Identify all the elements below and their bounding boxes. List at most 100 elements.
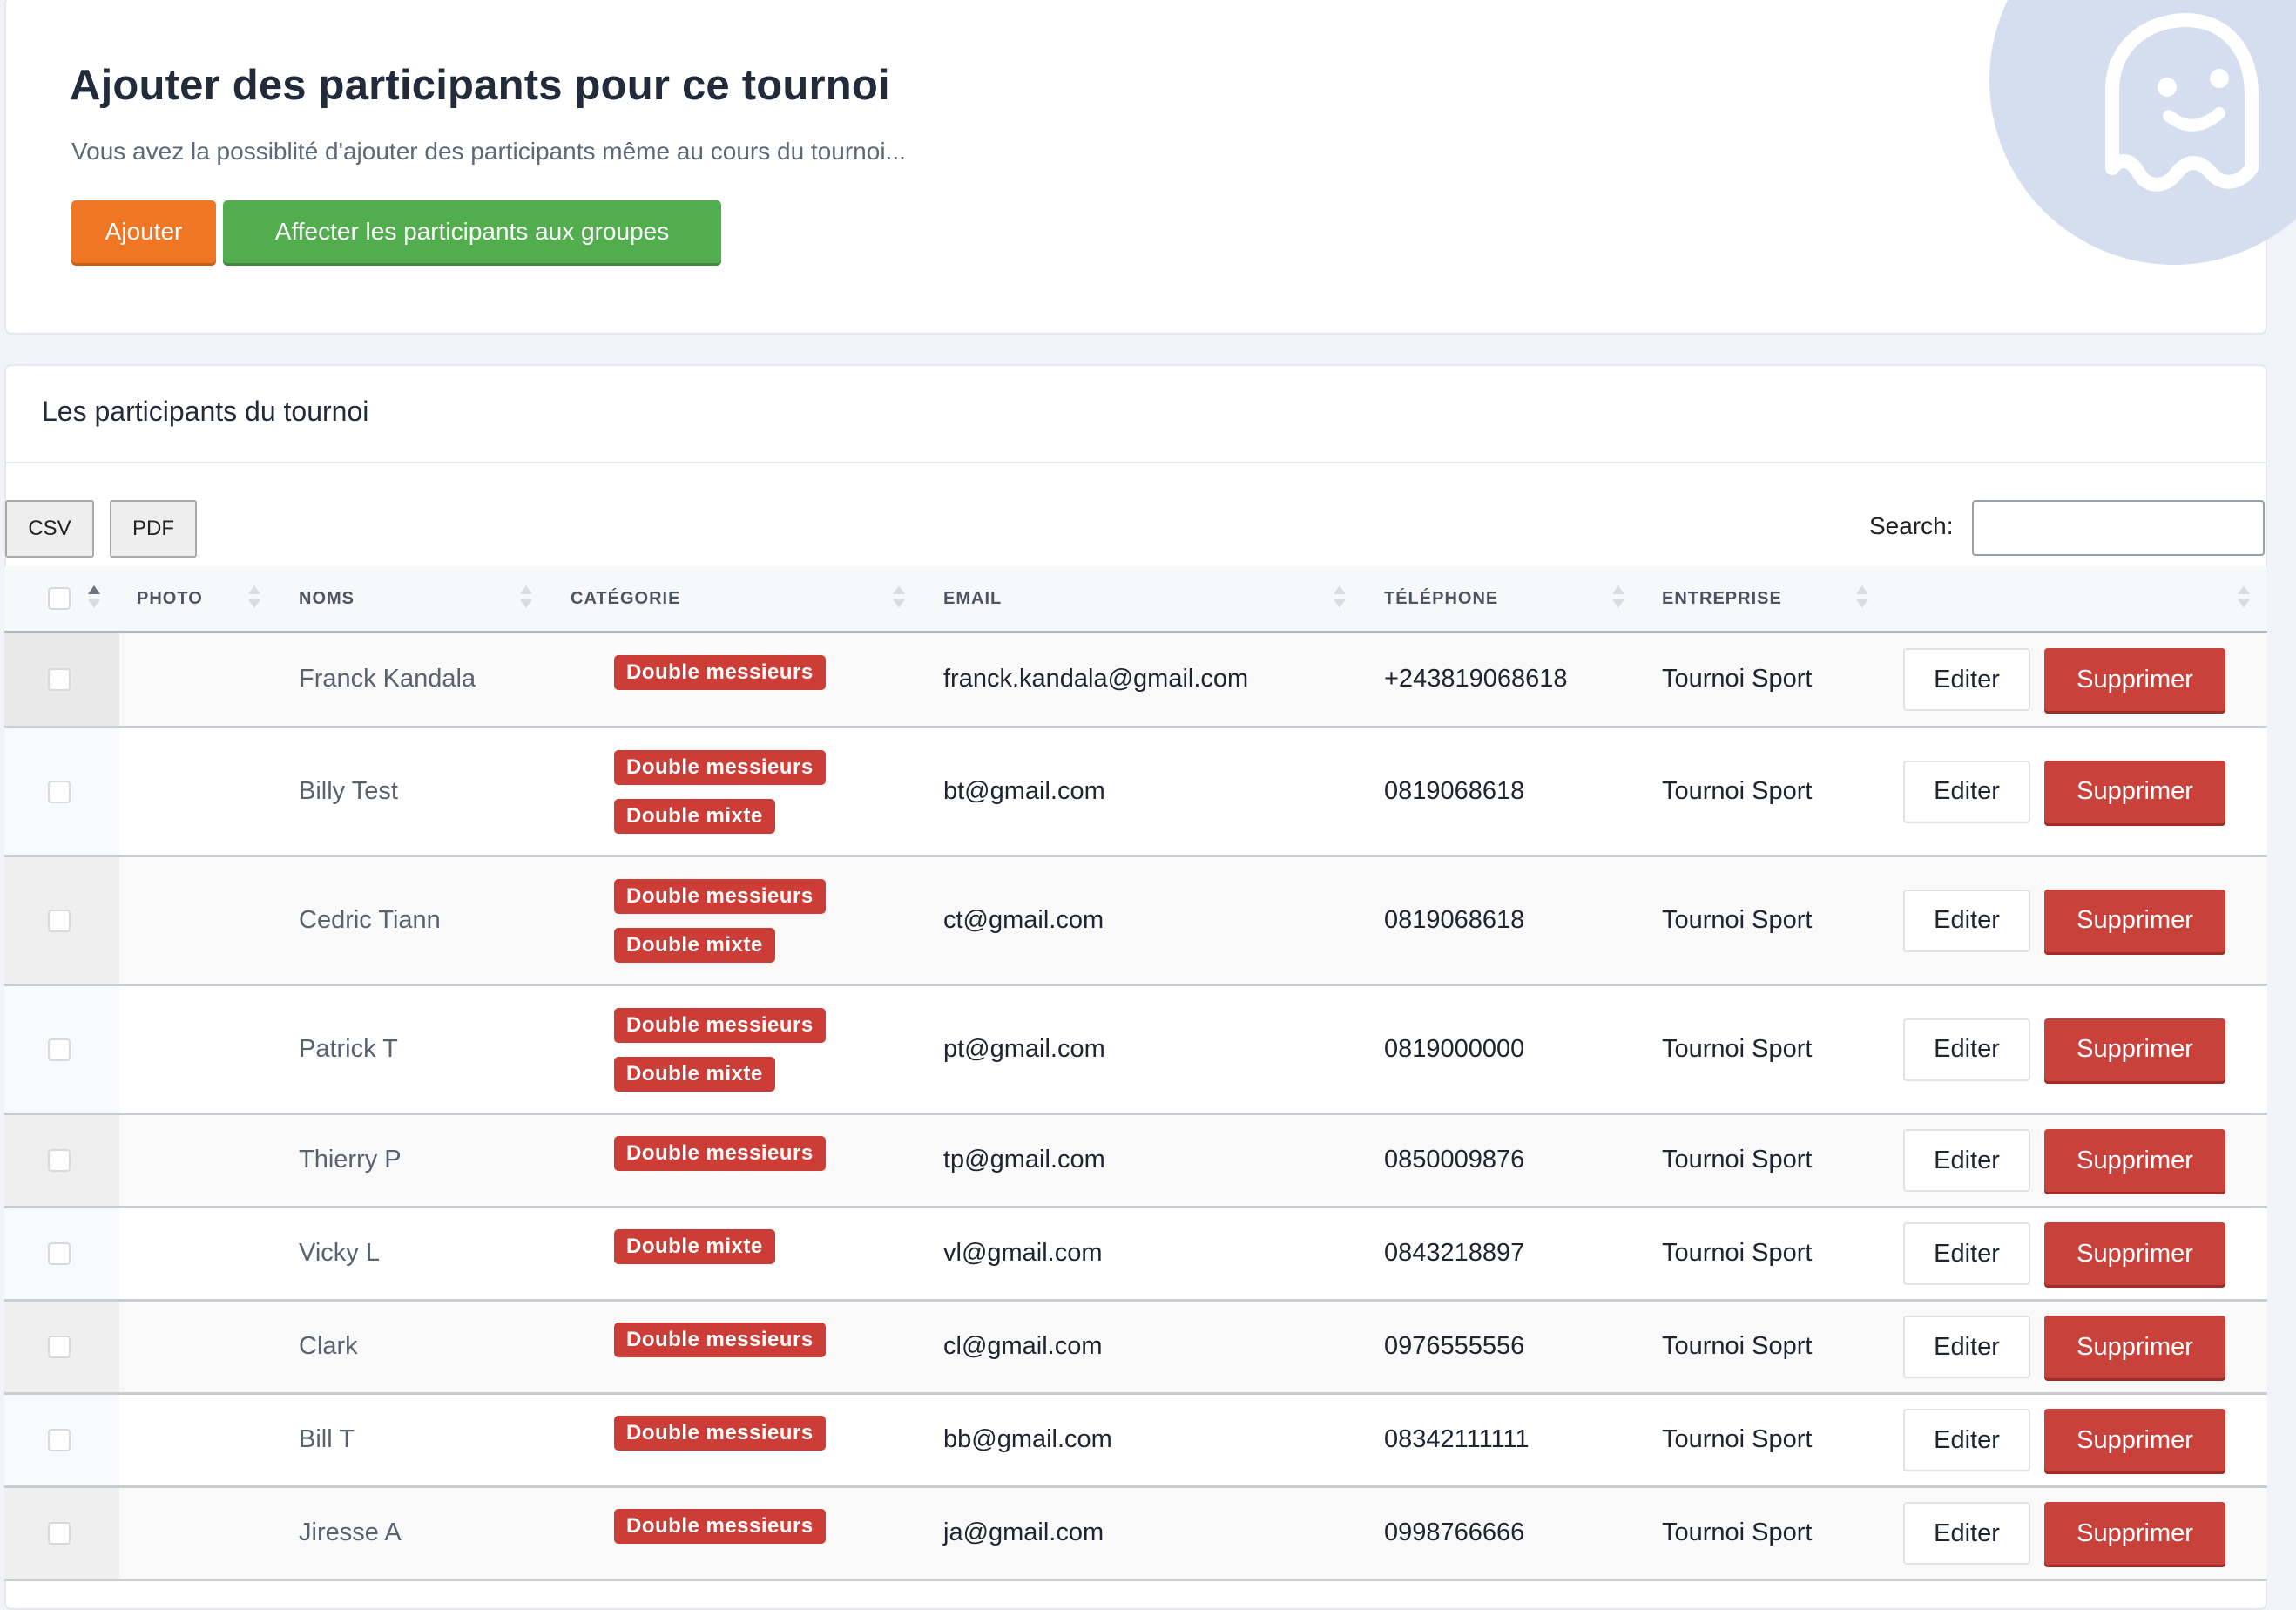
edit-button[interactable]: Editer <box>1903 1222 2030 1285</box>
participant-email: cl@gmail.com <box>943 1332 1103 1360</box>
category-badges: Double messieurs <box>614 1136 826 1171</box>
category-badge: Double messieurs <box>614 1416 826 1451</box>
row-checkbox[interactable] <box>48 1336 71 1358</box>
table-row: Billy Test bt@gmail.com 0819068618 Tournoi … <box>4 728 2267 857</box>
participant-name: Cedric Tiann <box>299 905 441 934</box>
category-badges: Double messieurs <box>614 1322 826 1357</box>
delete-button[interactable]: Supprimer <box>2044 648 2225 711</box>
participant-email: tp@gmail.com <box>943 1146 1105 1174</box>
table-row: Vicky L vl@gmail.com 0843218897 Tournoi Spo… <box>4 1208 2267 1302</box>
participant-company: Tournoi Sport <box>1662 1519 1813 1546</box>
edit-button[interactable]: Editer <box>1903 648 2030 711</box>
participant-company: Tournoi Sport <box>1662 776 1813 805</box>
sort-icon[interactable] <box>1856 585 1868 612</box>
edit-button[interactable]: Editer <box>1903 1018 2030 1081</box>
card-divider <box>4 462 2267 463</box>
edit-button[interactable]: Editer <box>1903 1409 2030 1471</box>
sort-icon[interactable] <box>1612 585 1624 612</box>
participant-phone: 0998766666 <box>1384 1519 1525 1546</box>
row-checkbox[interactable] <box>48 668 71 691</box>
row-checkbox[interactable] <box>48 1038 71 1061</box>
participant-company: Tournoi Sport <box>1662 1034 1813 1063</box>
search-input[interactable] <box>1972 500 2265 556</box>
delete-button[interactable]: Supprimer <box>2044 1129 2225 1192</box>
participant-phone: 0850009876 <box>1384 1146 1525 1174</box>
row-checkbox[interactable] <box>48 909 71 932</box>
select-all-checkbox[interactable] <box>48 587 71 610</box>
ghost-icon <box>2105 13 2259 192</box>
participants-title: Les participants du tournoi <box>42 396 369 427</box>
participant-phone: 0819068618 <box>1384 776 1525 805</box>
sort-icon[interactable] <box>893 585 905 612</box>
column-header-names[interactable]: NOMS <box>299 566 355 631</box>
participant-company: Tournoi Soprt <box>1662 1332 1813 1360</box>
edit-button[interactable]: Editer <box>1903 760 2030 823</box>
participant-phone: 08342111111 <box>1384 1425 1530 1453</box>
edit-button[interactable]: Editer <box>1903 1129 2030 1192</box>
delete-button[interactable]: Supprimer <box>2044 760 2225 823</box>
participant-name: Patrick T <box>299 1034 398 1063</box>
edit-button[interactable]: Editer <box>1903 889 2030 952</box>
category-badges: Double mixte <box>614 1229 775 1264</box>
category-badge: Double messieurs <box>614 878 826 914</box>
edit-button[interactable]: Editer <box>1903 1316 2030 1378</box>
category-badge: Double mixte <box>614 1229 775 1264</box>
table-row: Patrick T pt@gmail.com 0819000000 Tournoi S… <box>4 986 2267 1115</box>
table-row: Jiresse A ja@gmail.com 0998766666 Tournoi S… <box>4 1488 2267 1581</box>
add-participant-button[interactable]: Ajouter <box>71 200 216 263</box>
participant-name: Jiresse A <box>299 1519 402 1546</box>
column-header-photo[interactable]: PHOTO <box>137 566 203 631</box>
participant-email: franck.kandala@gmail.com <box>943 665 1249 693</box>
page-subtitle: Vous avez la possiblité d'ajouter des pa… <box>71 138 906 165</box>
row-checkbox[interactable] <box>48 780 71 803</box>
category-badge: Double messieurs <box>614 1322 826 1357</box>
sort-icon[interactable] <box>1334 585 1346 612</box>
category-badges: Double messieurs Double mixte <box>614 878 826 963</box>
assign-groups-button[interactable]: Affecter les participants aux groupes <box>223 200 721 263</box>
participant-phone: 0976555556 <box>1384 1332 1525 1360</box>
column-header-category[interactable]: CATÉGORIE <box>571 566 680 631</box>
category-badges: Double messieurs Double mixte <box>614 749 826 834</box>
participant-email: ct@gmail.com <box>943 905 1104 934</box>
table-row: Bill T bb@gmail.com 08342111111 Tournoi Spo… <box>4 1395 2267 1488</box>
category-badge: Double messieurs <box>614 1136 826 1171</box>
category-badge: Double messieurs <box>614 1007 826 1043</box>
participant-company: Tournoi Sport <box>1662 1425 1813 1453</box>
edit-button[interactable]: Editer <box>1903 1502 2030 1565</box>
sort-icon[interactable] <box>248 585 260 612</box>
table-row: Cedric Tiann ct@gmail.com 0819068618 Tourno… <box>4 857 2267 986</box>
category-badges: Double messieurs <box>614 1509 826 1544</box>
delete-button[interactable]: Supprimer <box>2044 1222 2225 1285</box>
export-pdf-button[interactable]: PDF <box>110 500 197 558</box>
category-badge: Double messieurs <box>614 1509 826 1544</box>
participant-email: vl@gmail.com <box>943 1239 1103 1267</box>
delete-button[interactable]: Supprimer <box>2044 1316 2225 1378</box>
row-checkbox[interactable] <box>48 1429 71 1451</box>
participants-table: PHOTO NOMS CATÉGORIE EMAIL TÉLÉPHONE ENT… <box>4 566 2267 1581</box>
row-checkbox[interactable] <box>48 1242 71 1265</box>
row-checkbox[interactable] <box>48 1522 71 1545</box>
sort-icon[interactable] <box>88 585 100 612</box>
participant-phone: +243819068618 <box>1384 665 1568 693</box>
table-body: Franck Kandala franck.kandala@gmail.com +2… <box>4 633 2267 1581</box>
participant-name: Clark <box>299 1332 358 1360</box>
participant-company: Tournoi Sport <box>1662 905 1813 934</box>
category-badges: Double messieurs Double mixte <box>614 1007 826 1092</box>
participant-name: Bill T <box>299 1425 355 1453</box>
delete-button[interactable]: Supprimer <box>2044 1502 2225 1565</box>
participant-email: bt@gmail.com <box>943 776 1105 805</box>
participant-company: Tournoi Sport <box>1662 665 1813 693</box>
column-header-phone[interactable]: TÉLÉPHONE <box>1384 566 1498 631</box>
delete-button[interactable]: Supprimer <box>2044 889 2225 952</box>
sort-icon[interactable] <box>520 585 532 612</box>
column-header-email[interactable]: EMAIL <box>943 566 1002 631</box>
delete-button[interactable]: Supprimer <box>2044 1018 2225 1081</box>
sort-icon[interactable] <box>2238 585 2250 612</box>
column-header-company[interactable]: ENTREPRISE <box>1662 566 1782 631</box>
add-participants-card <box>4 0 2267 335</box>
category-badge: Double mixte <box>614 798 775 834</box>
export-csv-button[interactable]: CSV <box>5 500 94 558</box>
row-checkbox[interactable] <box>48 1149 71 1172</box>
delete-button[interactable]: Supprimer <box>2044 1409 2225 1471</box>
participant-name: Vicky L <box>299 1239 380 1267</box>
